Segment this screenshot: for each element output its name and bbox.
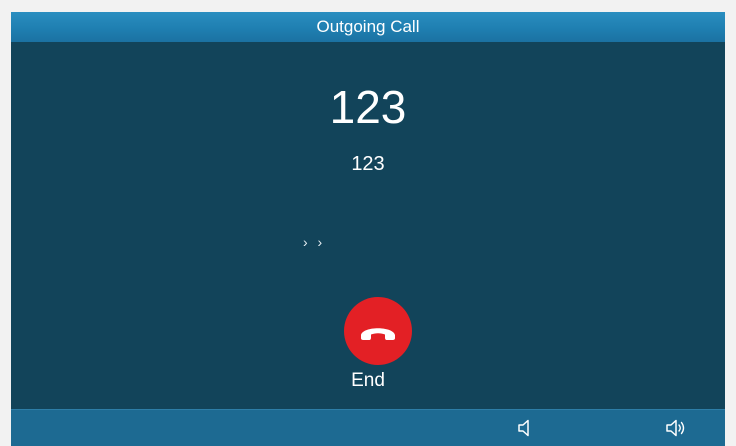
call-screen: Outgoing Call 123 123 › › End — [11, 12, 725, 446]
title-bar: Outgoing Call — [11, 12, 725, 42]
end-call-label: End — [351, 370, 385, 391]
volume-up-button[interactable] — [665, 418, 689, 438]
softkey-bar — [11, 409, 725, 446]
call-progress-indicator: › › — [303, 234, 326, 250]
hang-up-icon — [361, 328, 395, 340]
page-title: Outgoing Call — [316, 17, 420, 36]
volume-down-icon — [518, 419, 529, 437]
caller-name: 123 — [329, 81, 407, 133]
end-call-button[interactable] — [344, 297, 412, 365]
caller-number: 123 — [351, 153, 385, 175]
volume-up-icon — [666, 419, 685, 437]
volume-down-button[interactable] — [516, 418, 540, 438]
